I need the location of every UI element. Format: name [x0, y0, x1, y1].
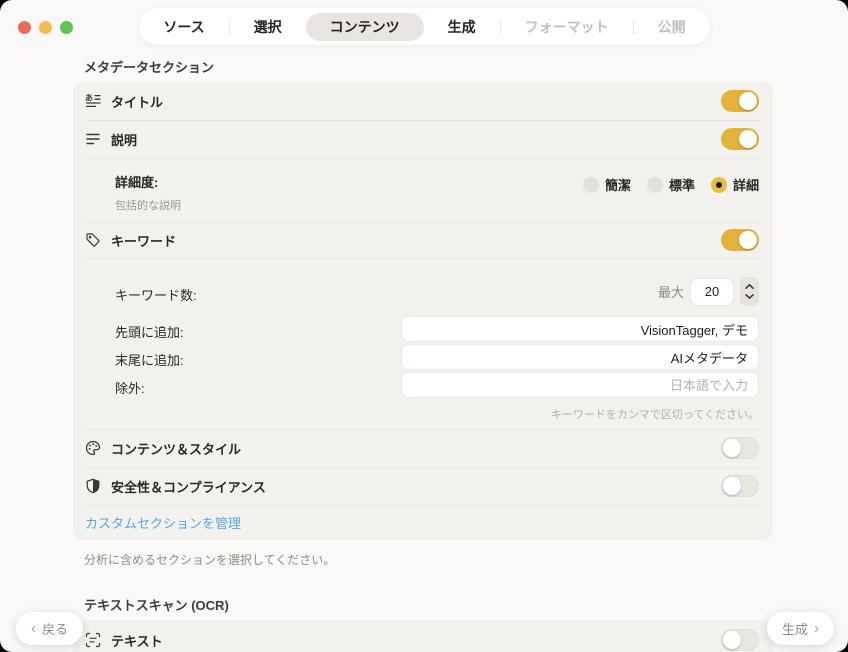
exclude-label: 除外:: [115, 378, 145, 397]
safety-toggle[interactable]: [721, 475, 759, 497]
content-style-row-label: コンテンツ＆スタイル: [111, 439, 241, 458]
keyword-count-stepper[interactable]: [740, 277, 759, 306]
prepend-input[interactable]: [401, 316, 759, 342]
tab-source[interactable]: ソース: [139, 13, 228, 41]
title-row-label: タイトル: [111, 92, 163, 111]
keywords-comma-hint: キーワードをカンマで区切ってください。: [551, 406, 759, 422]
minimize-window-button[interactable]: [39, 21, 52, 34]
radio-option-label: 簡潔: [605, 175, 631, 194]
description-row-label: 説明: [111, 130, 137, 149]
text-scan-icon: [85, 632, 101, 648]
tab-selection[interactable]: 選択: [230, 13, 306, 41]
radio-option-label: 標準: [669, 175, 695, 194]
text-scan-row-label: テキスト: [111, 631, 163, 650]
tag-icon: [85, 232, 101, 248]
tab-format[interactable]: フォーマット: [501, 13, 633, 41]
close-window-button[interactable]: [18, 21, 31, 34]
svg-text:あ: あ: [85, 94, 93, 103]
title-toggle[interactable]: [721, 90, 759, 112]
append-input[interactable]: [401, 344, 759, 370]
app-window: ソース 選択 コンテンツ 生成 フォーマット 公開 メタデータセクション あ タ…: [0, 0, 848, 652]
keywords-row-label: キーワード: [111, 231, 176, 250]
ocr-settings-card: テキスト: [73, 620, 773, 652]
radio-option-label: 詳細: [733, 175, 759, 194]
keywords-toggle[interactable]: [721, 229, 759, 251]
shield-icon: [85, 478, 101, 494]
radio-option-concise[interactable]: 簡潔: [583, 175, 631, 194]
tab-generate[interactable]: 生成: [424, 13, 500, 41]
detail-level-description: 包括的な説明: [115, 197, 181, 213]
radio-selected-icon: [711, 177, 727, 193]
toggle-knob: [739, 92, 757, 110]
content-style-toggle[interactable]: [721, 437, 759, 459]
keywords-row: キーワード: [73, 222, 773, 258]
generate-button[interactable]: 生成 ›: [767, 612, 834, 645]
content-style-row: コンテンツ＆スタイル: [73, 429, 773, 467]
manage-sections-row: カスタムセクションを管理: [73, 505, 773, 540]
radio-option-standard[interactable]: 標準: [647, 175, 695, 194]
traffic-lights: [18, 21, 73, 34]
chevron-down-icon: [744, 293, 755, 300]
detail-level-label: 詳細度:: [115, 172, 158, 191]
radio-option-detailed[interactable]: 詳細: [711, 175, 759, 194]
keyword-count-value[interactable]: 20: [691, 279, 733, 305]
radio-circle-icon: [647, 177, 663, 193]
chevron-up-icon: [744, 283, 755, 290]
keyword-count-label: キーワード数:: [115, 285, 197, 304]
tab-publish[interactable]: 公開: [634, 13, 710, 41]
back-button[interactable]: ‹ 戻る: [16, 612, 83, 645]
toggle-knob: [723, 439, 741, 457]
metadata-settings-card: あ タイトル 説明 詳細度: 包括的な説明 簡潔: [73, 82, 773, 540]
step-tabbar: ソース 選択 コンテンツ 生成 フォーマット 公開: [139, 8, 710, 45]
radio-circle-icon: [583, 177, 599, 193]
back-button-label: 戻る: [42, 619, 68, 638]
toggle-knob: [739, 130, 757, 148]
description-toggle[interactable]: [721, 128, 759, 150]
title-row: あ タイトル: [73, 82, 773, 120]
keyword-settings-block: キーワード数: 最大 20 先頭に追加: 末尾に追加: 除外: キーワードをカン…: [73, 258, 773, 429]
detail-level-block: 詳細度: 包括的な説明 簡潔 標準 詳細: [73, 158, 773, 222]
generate-button-label: 生成: [782, 619, 808, 638]
text-lines-icon: [85, 131, 101, 147]
tab-content[interactable]: コンテンツ: [306, 13, 424, 41]
ocr-section-title: テキストスキャン (OCR): [84, 595, 229, 614]
description-row: 説明: [73, 120, 773, 158]
safety-row: 安全性＆コンプライアンス: [73, 467, 773, 505]
palette-icon: [85, 440, 101, 456]
chevron-left-icon: ‹: [31, 620, 36, 637]
detail-level-radio-group: 簡潔 標準 詳細: [583, 175, 759, 194]
manage-custom-sections-link[interactable]: カスタムセクションを管理: [85, 513, 241, 532]
text-format-icon: あ: [85, 93, 101, 109]
exclude-input[interactable]: [401, 372, 759, 398]
safety-row-label: 安全性＆コンプライアンス: [111, 477, 266, 496]
metadata-section-title: メタデータセクション: [84, 57, 214, 76]
max-label: 最大: [658, 282, 684, 301]
chevron-right-icon: ›: [814, 620, 819, 637]
keyword-count-controls: 最大 20: [658, 277, 759, 306]
toggle-knob: [723, 631, 741, 649]
section-select-hint: 分析に含めるセクションを選択してください。: [84, 551, 335, 568]
text-scan-toggle[interactable]: [721, 629, 759, 651]
append-label: 末尾に追加:: [115, 350, 184, 369]
zoom-window-button[interactable]: [60, 21, 73, 34]
toggle-knob: [723, 477, 741, 495]
text-scan-row: テキスト: [73, 624, 773, 652]
prepend-label: 先頭に追加:: [115, 322, 184, 341]
toggle-knob: [739, 231, 757, 249]
